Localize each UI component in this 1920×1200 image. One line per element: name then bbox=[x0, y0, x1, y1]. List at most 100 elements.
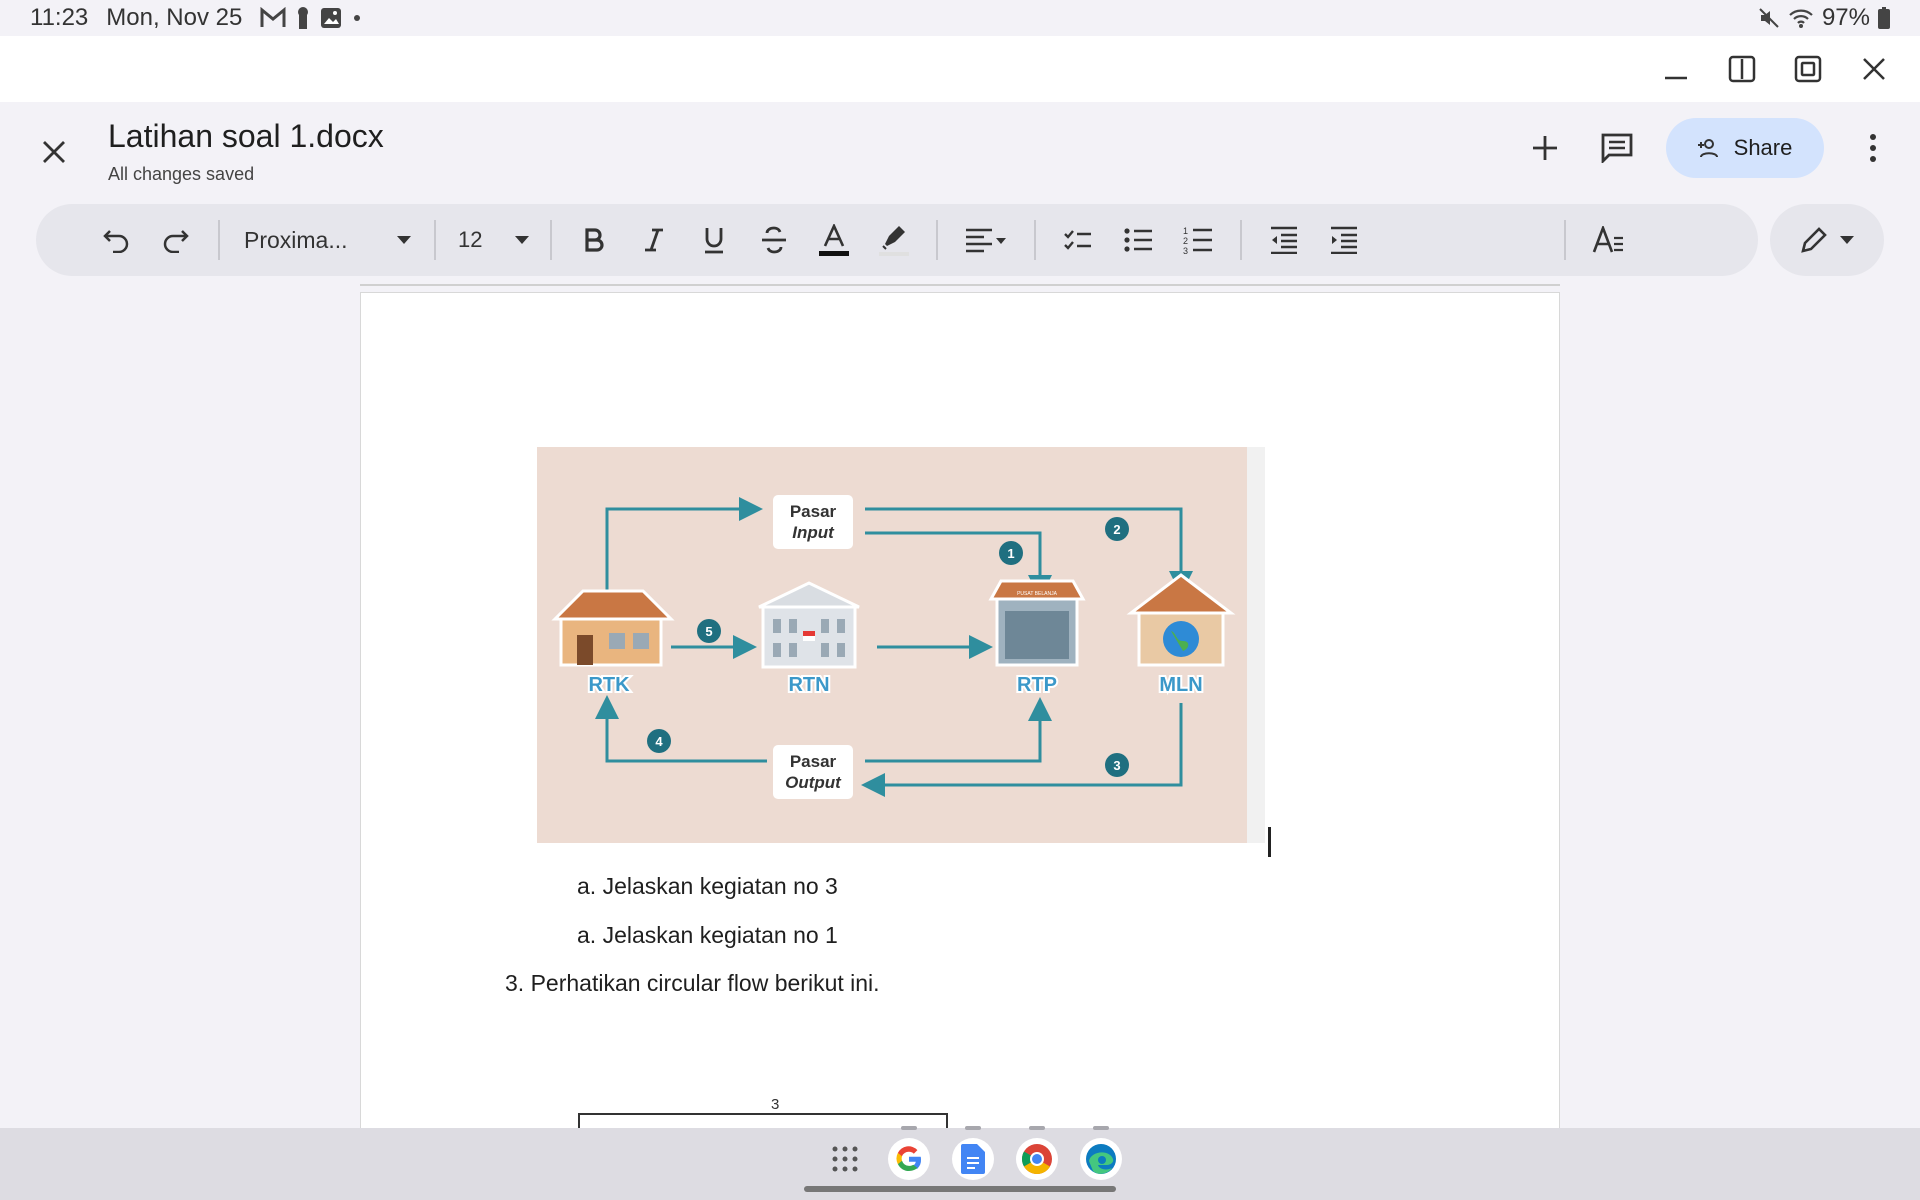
font-family-dropdown[interactable]: Proxima... bbox=[232, 214, 422, 266]
highlight-color-button[interactable] bbox=[864, 214, 924, 266]
paragraph-question-3[interactable]: a. Jelaskan kegiatan no 3 bbox=[577, 873, 838, 900]
checklist-button[interactable] bbox=[1048, 214, 1108, 266]
strikethrough-button[interactable] bbox=[744, 214, 804, 266]
font-size-dropdown[interactable]: 12 bbox=[448, 214, 538, 266]
close-document-button[interactable] bbox=[34, 132, 74, 172]
svg-text:3: 3 bbox=[1183, 246, 1188, 255]
home-indicator[interactable] bbox=[804, 1186, 1116, 1192]
running-indicator bbox=[965, 1126, 981, 1130]
redo-button[interactable] bbox=[146, 214, 206, 266]
bulleted-list-button[interactable] bbox=[1108, 214, 1168, 266]
status-bar: 11:23 Mon, Nov 25 97% bbox=[0, 0, 1920, 36]
next-diagram-image[interactable] bbox=[578, 1113, 948, 1128]
battery-icon bbox=[1878, 7, 1890, 29]
close-icon bbox=[43, 141, 65, 163]
mute-icon bbox=[1759, 8, 1779, 28]
highlighter-icon bbox=[879, 226, 909, 256]
font-family-value: Proxima... bbox=[244, 226, 348, 253]
insert-button[interactable] bbox=[1522, 125, 1568, 171]
gallery-icon bbox=[321, 8, 342, 28]
minimize-button[interactable] bbox=[1654, 47, 1698, 91]
document-header: Latihan soal 1.docx All changes saved Sh… bbox=[0, 102, 1920, 202]
next-diagram-label: 3 bbox=[771, 1096, 780, 1113]
svg-text:5: 5 bbox=[705, 624, 712, 639]
node-label-rtn: RTN bbox=[788, 674, 829, 696]
toolbar-divider bbox=[1240, 220, 1242, 260]
circular-flow-diagram: Pasar Input Pasar Output PUSAT BELANJA R… bbox=[551, 495, 1236, 799]
date: Mon, Nov 25 bbox=[106, 4, 243, 31]
running-indicator bbox=[1093, 1126, 1109, 1130]
gmail-icon bbox=[260, 7, 286, 27]
taskbar bbox=[0, 1126, 1920, 1200]
badge-5: 5 bbox=[697, 619, 721, 643]
document-page[interactable]: Pasar Input Pasar Output PUSAT BELANJA R… bbox=[360, 292, 1560, 1128]
document-title[interactable]: Latihan soal 1.docx bbox=[108, 118, 384, 155]
badge-3: 3 bbox=[1105, 753, 1129, 777]
node-label-mln: MLN bbox=[1159, 674, 1202, 696]
wifi-icon bbox=[1789, 9, 1813, 28]
edge-app[interactable] bbox=[1080, 1126, 1122, 1180]
underline-icon bbox=[705, 228, 723, 254]
flow-input-to-mln bbox=[865, 507, 1193, 595]
mln-globe-icon bbox=[1126, 573, 1236, 667]
popup-view-button[interactable] bbox=[1786, 47, 1830, 91]
app-drawer-button[interactable] bbox=[824, 1138, 866, 1180]
chrome-icon bbox=[1021, 1144, 1052, 1175]
svg-text:3: 3 bbox=[1113, 758, 1120, 773]
bold-button[interactable] bbox=[564, 214, 624, 266]
svg-text:1: 1 bbox=[1183, 226, 1188, 236]
app-dock bbox=[824, 1126, 1122, 1180]
clock: 11:23 bbox=[30, 4, 89, 31]
text-color-button[interactable] bbox=[804, 214, 864, 266]
flow-output-to-rtp bbox=[865, 697, 1052, 763]
strikethrough-icon bbox=[762, 226, 786, 254]
google-app[interactable] bbox=[888, 1126, 930, 1180]
google-icon bbox=[896, 1146, 922, 1172]
numbered-list-button[interactable]: 123 bbox=[1168, 214, 1228, 266]
undo-button[interactable] bbox=[86, 214, 146, 266]
increase-indent-button[interactable] bbox=[1314, 214, 1374, 266]
flow-rtk-to-input bbox=[605, 497, 763, 595]
svg-text:2: 2 bbox=[1183, 236, 1188, 246]
split-screen-button[interactable] bbox=[1720, 47, 1764, 91]
dropdown-arrow-icon bbox=[1840, 236, 1854, 244]
notification-icon bbox=[298, 7, 309, 29]
paragraph-number-3[interactable]: 3. Perhatikan circular flow berikut ini. bbox=[505, 970, 880, 997]
italic-button[interactable] bbox=[624, 214, 684, 266]
svg-text:4: 4 bbox=[655, 734, 663, 749]
share-button[interactable]: Share bbox=[1666, 118, 1824, 178]
text-color-icon bbox=[819, 224, 849, 256]
text-style-button[interactable] bbox=[1578, 214, 1638, 266]
google-docs-app[interactable] bbox=[952, 1126, 994, 1180]
document-canvas[interactable]: Pasar Input Pasar Output PUSAT BELANJA R… bbox=[0, 284, 1920, 1128]
popup-view-icon bbox=[1794, 55, 1822, 83]
font-size-value: 12 bbox=[458, 227, 483, 252]
undo-icon bbox=[103, 230, 129, 253]
close-window-button[interactable] bbox=[1852, 47, 1896, 91]
circular-flow-image[interactable]: Pasar Input Pasar Output PUSAT BELANJA R… bbox=[537, 447, 1247, 843]
toolbar-divider bbox=[218, 220, 220, 260]
align-dropdown[interactable] bbox=[950, 214, 1022, 266]
plus-icon bbox=[1533, 136, 1557, 160]
image-shadow bbox=[1247, 447, 1265, 843]
comment-icon bbox=[1601, 133, 1633, 163]
comments-button[interactable] bbox=[1594, 125, 1640, 171]
pasar-output-box: Pasar Output bbox=[773, 745, 853, 799]
editing-mode-button[interactable] bbox=[1770, 204, 1884, 276]
bulleted-list-icon bbox=[1124, 228, 1152, 252]
chrome-app[interactable] bbox=[1016, 1126, 1058, 1180]
decrease-indent-icon bbox=[1271, 226, 1297, 254]
checklist-icon bbox=[1064, 230, 1091, 250]
dropdown-arrow-icon bbox=[515, 236, 529, 244]
toolbar-divider bbox=[1034, 220, 1036, 260]
badge-4: 4 bbox=[647, 729, 671, 753]
edge-icon bbox=[1086, 1144, 1116, 1174]
toolbar-divider bbox=[434, 220, 436, 260]
underline-button[interactable] bbox=[684, 214, 744, 266]
paragraph-question-1[interactable]: a. Jelaskan kegiatan no 1 bbox=[577, 922, 838, 949]
save-status: All changes saved bbox=[108, 164, 255, 184]
decrease-indent-button[interactable] bbox=[1254, 214, 1314, 266]
pencil-icon bbox=[1801, 227, 1827, 253]
more-options-button[interactable] bbox=[1850, 125, 1896, 171]
text-cursor bbox=[1268, 827, 1271, 857]
